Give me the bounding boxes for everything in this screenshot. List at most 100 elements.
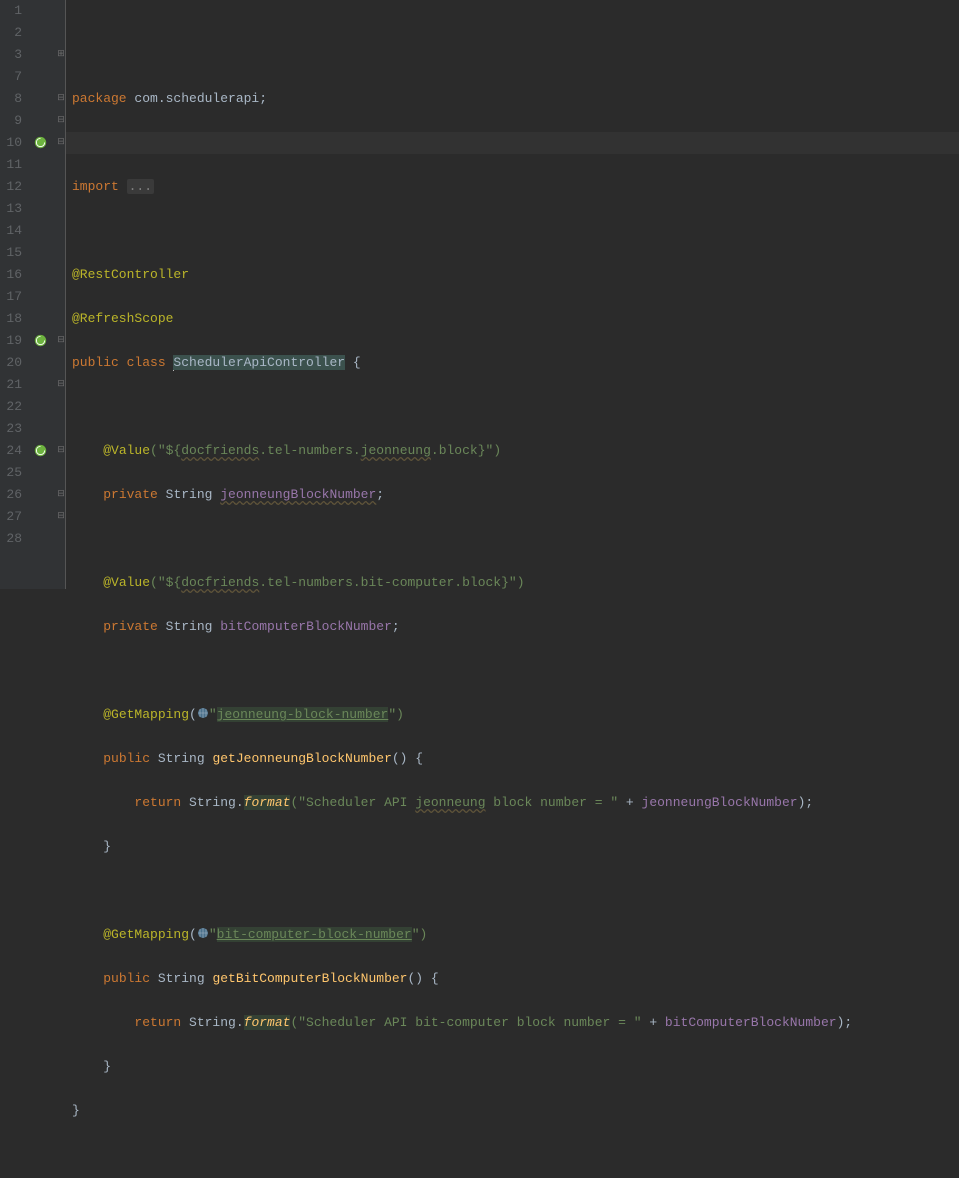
punct: } <box>72 1103 80 1118</box>
punct: ); <box>798 795 814 810</box>
spring-bean-icon[interactable] <box>34 444 47 457</box>
code-area[interactable]: package com.schedulerapi; import ... @Re… <box>66 0 959 589</box>
string-typo: jeonneung <box>415 795 485 810</box>
string-prop: docfriends <box>181 443 259 458</box>
line-number[interactable]: 10 <box>0 132 22 154</box>
fold-open-icon[interactable]: ⊟ <box>57 94 65 102</box>
method-name: getBitComputerBlockNumber <box>212 971 407 986</box>
string: .tel-numbers. <box>259 443 360 458</box>
keyword-return: return <box>134 795 189 810</box>
type: String <box>158 751 213 766</box>
folded-import-block[interactable]: ... <box>127 179 154 194</box>
line-number[interactable]: 7 <box>0 66 22 88</box>
line-number[interactable]: 16 <box>0 264 22 286</box>
string: ("Scheduler API bit-computer block numbe… <box>290 1015 641 1030</box>
fold-close-icon[interactable]: ⊟ <box>57 490 65 498</box>
annotation-restcontroller: @RestController <box>72 267 189 282</box>
url-mapping[interactable]: jeonneung-block-number <box>217 707 389 722</box>
type: String. <box>189 1015 244 1030</box>
static-method: format <box>244 1015 291 1030</box>
string: .block}") <box>431 443 501 458</box>
line-number[interactable]: 17 <box>0 286 22 308</box>
package-name: com.schedulerapi <box>127 91 260 106</box>
keyword-class: class <box>127 355 174 370</box>
keyword-private: private <box>103 487 165 502</box>
line-number[interactable]: 9 <box>0 110 22 132</box>
method-name: getJeonneungBlockNumber <box>212 751 391 766</box>
type: String <box>158 971 213 986</box>
fold-close-icon[interactable]: ⊟ <box>57 380 65 388</box>
string-prop: jeonneung <box>361 443 431 458</box>
keyword-return: return <box>134 1015 189 1030</box>
annotation-value: @Value <box>103 575 150 590</box>
line-number[interactable]: 11 <box>0 154 22 176</box>
line-number[interactable]: 13 <box>0 198 22 220</box>
line-number[interactable]: 14 <box>0 220 22 242</box>
fold-open-icon[interactable]: ⊟ <box>57 446 65 454</box>
punct: ( <box>189 707 197 722</box>
gutter-icons <box>28 0 56 589</box>
url-mapping[interactable]: bit-computer-block-number <box>217 927 412 942</box>
fold-open-icon[interactable]: ⊟ <box>57 336 65 344</box>
line-number[interactable]: 24 <box>0 440 22 462</box>
line-number[interactable]: 22 <box>0 396 22 418</box>
punct: ; <box>376 487 384 502</box>
web-globe-icon[interactable] <box>197 927 209 939</box>
line-number[interactable]: 25 <box>0 462 22 484</box>
line-number[interactable]: 18 <box>0 308 22 330</box>
punct: ( <box>189 927 197 942</box>
line-number[interactable]: 26 <box>0 484 22 506</box>
string: ("${ <box>150 575 181 590</box>
fold-open-icon[interactable]: ⊟ <box>57 116 65 124</box>
string: block number = " <box>486 795 619 810</box>
web-globe-icon[interactable] <box>197 707 209 719</box>
line-number[interactable]: 21 <box>0 374 22 396</box>
punct: } <box>103 839 111 854</box>
operator: + <box>618 795 641 810</box>
editor: 1 2 3 7 8 9 10 11 12 13 14 15 16 17 18 1… <box>0 0 959 589</box>
static-method: format <box>244 795 291 810</box>
line-number[interactable]: 15 <box>0 242 22 264</box>
punct: () { <box>392 751 423 766</box>
keyword-public: public <box>72 355 127 370</box>
field-ref: jeonneungBlockNumber <box>642 795 798 810</box>
line-number[interactable]: 3 <box>0 44 22 66</box>
fold-close-icon[interactable]: ⊟ <box>57 512 65 520</box>
keyword-private: private <box>103 619 165 634</box>
line-number[interactable]: 28 <box>0 528 22 550</box>
class-name: SchedulerApiController <box>173 355 345 370</box>
line-number[interactable]: 23 <box>0 418 22 440</box>
punct: } <box>103 1059 111 1074</box>
type: String. <box>189 795 244 810</box>
line-number[interactable]: 12 <box>0 176 22 198</box>
line-number[interactable]: 20 <box>0 352 22 374</box>
string: " <box>209 707 217 722</box>
annotation-getmapping: @GetMapping <box>103 927 189 942</box>
punct: () { <box>407 971 438 986</box>
punct: { <box>345 355 361 370</box>
line-number[interactable]: 1 <box>0 0 22 22</box>
keyword-import: import <box>72 179 127 194</box>
line-number[interactable]: 8 <box>0 88 22 110</box>
line-number-gutter: 1 2 3 7 8 9 10 11 12 13 14 15 16 17 18 1… <box>0 0 28 589</box>
fold-open-icon[interactable]: ⊟ <box>57 138 65 146</box>
annotation-value: @Value <box>103 443 150 458</box>
spring-bean-icon[interactable] <box>34 334 47 347</box>
field-ref: bitComputerBlockNumber <box>665 1015 837 1030</box>
field: bitComputerBlockNumber <box>220 619 392 634</box>
line-number[interactable]: 27 <box>0 506 22 528</box>
line-number[interactable]: 2 <box>0 22 22 44</box>
fold-collapsed-icon[interactable]: ⊞ <box>57 50 65 58</box>
fold-gutter: ⊞ ⊟ ⊟ ⊟ ⊟ ⊟ ⊟ ⊟ ⊟ <box>56 0 66 589</box>
string: .tel-numbers.bit-computer.block}") <box>259 575 524 590</box>
keyword-public: public <box>103 751 158 766</box>
annotation-getmapping: @GetMapping <box>103 707 189 722</box>
string-prop: docfriends <box>181 575 259 590</box>
punct: ; <box>259 91 267 106</box>
keyword-public: public <box>103 971 158 986</box>
spring-bean-icon[interactable] <box>34 136 47 149</box>
string: " <box>209 927 217 942</box>
keyword-package: package <box>72 91 127 106</box>
line-number[interactable]: 19 <box>0 330 22 352</box>
string: ("${ <box>150 443 181 458</box>
